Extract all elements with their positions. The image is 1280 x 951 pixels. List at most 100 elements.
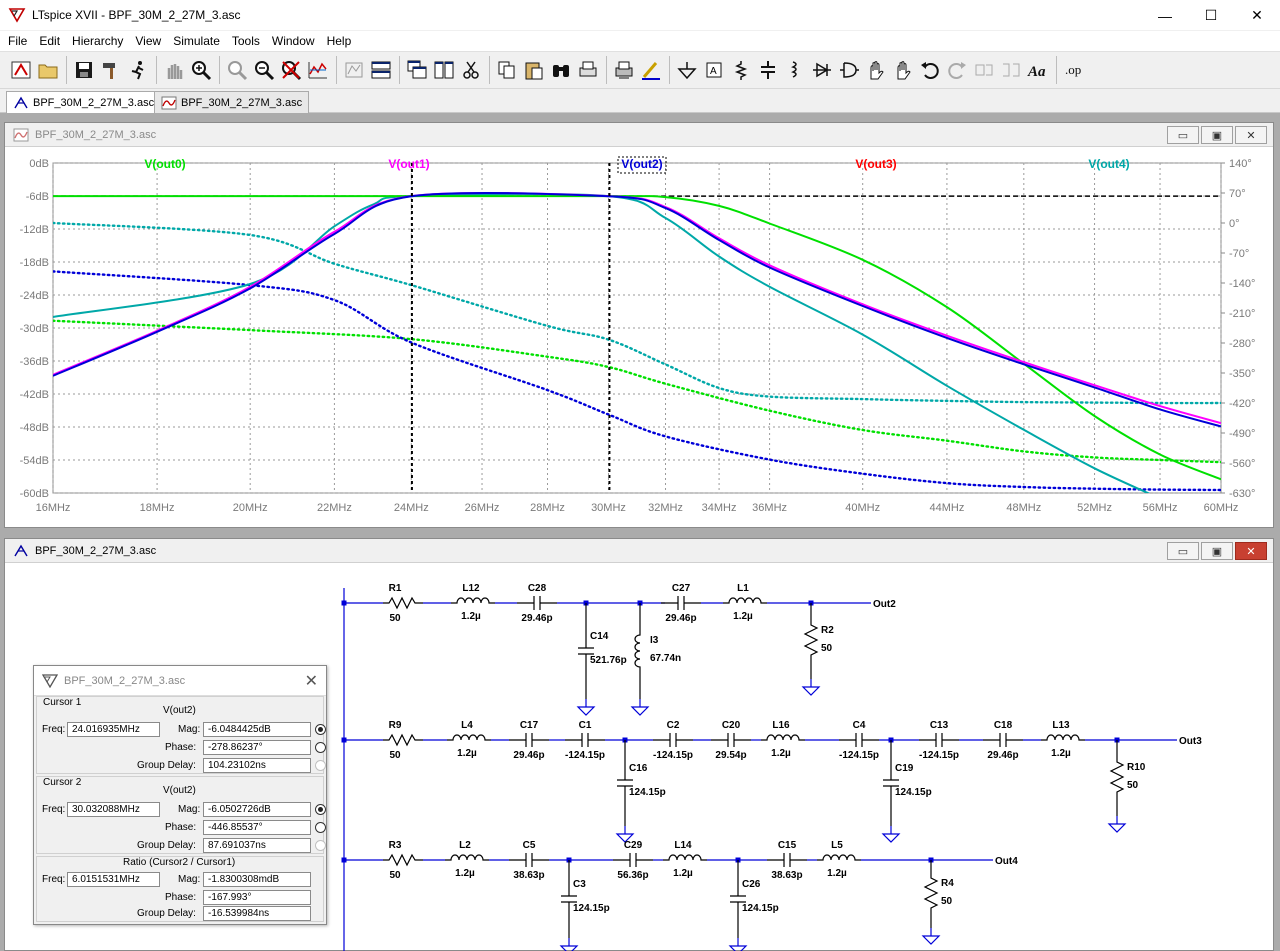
draw-wire-icon[interactable] <box>639 57 662 83</box>
move-icon[interactable] <box>864 57 887 83</box>
cursor1-gd-radio[interactable] <box>315 760 326 771</box>
cursor1-phase-radio[interactable] <box>315 742 326 753</box>
ratio-gd-field[interactable]: -16.539984ns <box>203 906 311 921</box>
inductor-symbol[interactable] <box>723 597 767 604</box>
cursor2-mag-field[interactable]: -6.0502726dB <box>203 802 311 817</box>
find-icon[interactable] <box>549 57 572 83</box>
cursor1-mag-radio[interactable] <box>315 724 326 735</box>
bode-plot[interactable]: 16MHz 18MHz 20MHz 22MHz 24MHz 26MHz 28MHz 30MHz… <box>5 147 1273 527</box>
legend-vout2[interactable]: V(out2) <box>621 157 662 171</box>
capacitor-symbol[interactable] <box>767 853 807 867</box>
undo-icon[interactable] <box>918 57 941 83</box>
resistor-symbol[interactable] <box>1109 740 1125 816</box>
capacitor-symbol[interactable] <box>561 860 577 938</box>
print-setup-icon[interactable] <box>576 57 599 83</box>
capacitor-symbol[interactable] <box>613 853 653 867</box>
zoom-in-icon[interactable] <box>189 57 212 83</box>
capacitor-symbol[interactable] <box>509 733 549 747</box>
control-panel-icon[interactable] <box>9 57 32 83</box>
inductor-symbol[interactable] <box>447 734 491 741</box>
legend-vout1[interactable]: V(out1) <box>388 157 429 171</box>
save-icon[interactable] <box>72 57 95 83</box>
redo-icon[interactable] <box>945 57 968 83</box>
inductor-symbol[interactable] <box>451 597 495 604</box>
cursor2-gd-radio[interactable] <box>315 840 326 851</box>
menu-tools[interactable]: Tools <box>226 31 266 51</box>
capacitor-symbol[interactable] <box>711 733 751 747</box>
capacitor-symbol[interactable] <box>661 596 701 610</box>
capacitor-symbol[interactable] <box>839 733 879 747</box>
capacitor-symbol[interactable] <box>578 603 594 699</box>
inductor-symbol[interactable] <box>817 854 861 861</box>
schematic-close-button[interactable]: ✕ <box>1235 542 1267 560</box>
cursor2-freq-field[interactable]: 30.032088MHz <box>67 802 160 817</box>
inductor-symbol[interactable] <box>634 603 641 699</box>
window-minimize-button[interactable]: — <box>1142 0 1188 31</box>
menu-view[interactable]: View <box>129 31 167 51</box>
paste-icon[interactable] <box>522 57 545 83</box>
tab-waveform[interactable]: BPF_30M_2_27M_3.asc <box>154 91 310 113</box>
rotate-icon[interactable] <box>972 57 995 83</box>
inductor-symbol[interactable] <box>1041 734 1085 741</box>
cut-icon[interactable] <box>459 57 482 83</box>
window-maximize-button[interactable]: ☐ <box>1188 0 1234 31</box>
diode-icon[interactable] <box>810 57 833 83</box>
resistor-symbol[interactable] <box>803 603 819 679</box>
capacitor-symbol[interactable] <box>517 596 557 610</box>
cursor2-phase-radio[interactable] <box>315 822 326 833</box>
capacitor-symbol[interactable] <box>653 733 693 747</box>
capacitor-symbol[interactable] <box>730 860 746 938</box>
inductor-symbol[interactable] <box>445 854 489 861</box>
window-close-button[interactable]: ✕ <box>1234 0 1280 31</box>
inductor-symbol[interactable] <box>761 734 805 741</box>
run-icon[interactable] <box>126 57 149 83</box>
resistor-symbol[interactable] <box>383 596 423 610</box>
capacitor-symbol[interactable] <box>919 733 959 747</box>
cursor1-freq-field[interactable]: 24.016935MHz <box>67 722 160 737</box>
waveform-close-button[interactable]: ✕ <box>1235 126 1267 144</box>
menu-hierarchy[interactable]: Hierarchy <box>66 31 129 51</box>
menu-file[interactable]: File <box>2 31 33 51</box>
drag-icon[interactable] <box>891 57 914 83</box>
tile-horiz-icon[interactable] <box>369 57 392 83</box>
capacitor-symbol[interactable] <box>617 740 633 826</box>
ratio-phase-field[interactable]: -167.993° <box>203 890 311 905</box>
cascade-icon[interactable] <box>405 57 428 83</box>
legend-vout4[interactable]: V(out4) <box>1088 157 1129 171</box>
hammer-icon[interactable] <box>99 57 122 83</box>
legend-vout3[interactable]: V(out3) <box>855 157 896 171</box>
menu-edit[interactable]: Edit <box>33 31 66 51</box>
capacitor-symbol[interactable] <box>565 733 605 747</box>
text-icon[interactable]: Aa <box>1026 57 1049 83</box>
autorange-icon[interactable] <box>306 57 329 83</box>
menu-simulate[interactable]: Simulate <box>167 31 226 51</box>
resistor-icon[interactable] <box>729 57 752 83</box>
cursor1-phase-field[interactable]: -278.86237° <box>203 740 311 755</box>
tab-schematic[interactable]: BPF_30M_2_27M_3.asc <box>6 91 162 114</box>
schematic-minimize-button[interactable]: ▭ <box>1167 542 1199 560</box>
menu-help[interactable]: Help <box>321 31 358 51</box>
ground-icon[interactable] <box>675 57 698 83</box>
cursor2-mag-radio[interactable] <box>315 804 326 815</box>
waveform-restore-button[interactable]: ▣ <box>1201 126 1233 144</box>
open-icon[interactable] <box>36 57 59 83</box>
inductor-symbol[interactable] <box>663 854 707 861</box>
tile-vert-icon[interactable] <box>432 57 455 83</box>
capacitor-icon[interactable] <box>756 57 779 83</box>
label-net-icon[interactable]: A <box>702 57 725 83</box>
schematic-restore-button[interactable]: ▣ <box>1201 542 1233 560</box>
halt-icon[interactable] <box>162 57 185 83</box>
resistor-symbol[interactable] <box>923 860 939 928</box>
legend-vout0[interactable]: V(out0) <box>144 157 185 171</box>
cursor1-mag-field[interactable]: -6.0484425dB <box>203 722 311 737</box>
close-icon[interactable]: ✕ <box>305 671 318 691</box>
ftt-icon[interactable] <box>342 57 365 83</box>
capacitor-symbol[interactable] <box>509 853 549 867</box>
spice-directive-icon[interactable]: .op <box>1062 57 1085 83</box>
print-icon[interactable] <box>612 57 635 83</box>
capacitor-symbol[interactable] <box>983 733 1023 747</box>
mirror-icon[interactable] <box>999 57 1022 83</box>
resistor-symbol[interactable] <box>383 733 423 747</box>
inductor-icon[interactable] <box>783 57 806 83</box>
capacitor-symbol[interactable] <box>883 740 899 826</box>
